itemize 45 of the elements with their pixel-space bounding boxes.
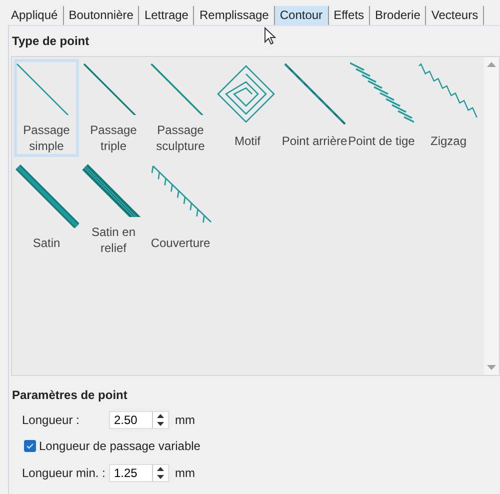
tab[interactable]: Boutonnière: [64, 6, 140, 25]
field-label: Longueur min. :: [22, 466, 106, 480]
stitch-label: Zigzag: [430, 133, 467, 149]
stitch-icon: [350, 62, 414, 126]
stitch-label: Satin: [32, 235, 60, 251]
stitch-option[interactable]: Passage simple: [14, 59, 79, 157]
stitch-label: Passage sculpture: [155, 122, 206, 154]
tab[interactable]: Broderie: [370, 6, 426, 25]
stitch-label: Passage simple: [22, 122, 71, 154]
stitch-option[interactable]: Satin: [14, 161, 79, 259]
scroll-up-icon[interactable]: [487, 62, 496, 67]
number-field[interactable]: 1.25: [109, 464, 153, 482]
stitch-option[interactable]: Zigzag: [416, 59, 481, 157]
section-heading: Type de point: [12, 34, 90, 48]
stitch-option[interactable]: Point arrière: [282, 59, 347, 157]
stitch-option[interactable]: Couverture: [148, 161, 213, 259]
stitch-icon: [282, 62, 346, 126]
tab[interactable]: Lettrage: [139, 6, 194, 25]
stitch-label: Point arrière: [282, 133, 348, 149]
stitch-option[interactable]: Satin en relief: [81, 161, 146, 259]
tab[interactable]: Effets: [328, 6, 370, 25]
stitch-label: Motif: [234, 133, 260, 149]
stitch-option[interactable]: Passage triple: [81, 59, 146, 157]
scrollbar[interactable]: [484, 57, 499, 375]
checkbox-label: Longueur de passage variable: [39, 439, 200, 453]
field-label: Longueur :: [22, 413, 80, 427]
stitch-label: Point de tige: [348, 133, 415, 149]
tab[interactable]: Vecteurs: [426, 6, 484, 25]
unit-label: mm: [175, 466, 195, 480]
stitch-icon: [14, 164, 78, 228]
section-heading: Paramètres de point: [12, 388, 128, 402]
stitch-option[interactable]: Point de tige: [349, 59, 414, 157]
scroll-down-icon[interactable]: [487, 365, 496, 370]
stitch-label: Satin en relief: [90, 224, 137, 256]
number-field[interactable]: 2.50: [109, 411, 153, 429]
unit-label: mm: [175, 413, 195, 427]
mouse-pointer-icon: [264, 27, 276, 46]
checkbox[interactable]: [24, 440, 36, 452]
stitch-option[interactable]: Passage sculpture: [148, 59, 213, 157]
tab[interactable]: Contour: [274, 6, 329, 25]
tab[interactable]: Appliqué: [6, 6, 64, 25]
stitch-option[interactable]: Motif: [215, 59, 280, 157]
checkmark-icon: [26, 443, 34, 449]
stitch-label: Couverture: [150, 235, 210, 251]
stitch-label: Passage triple: [89, 122, 138, 154]
